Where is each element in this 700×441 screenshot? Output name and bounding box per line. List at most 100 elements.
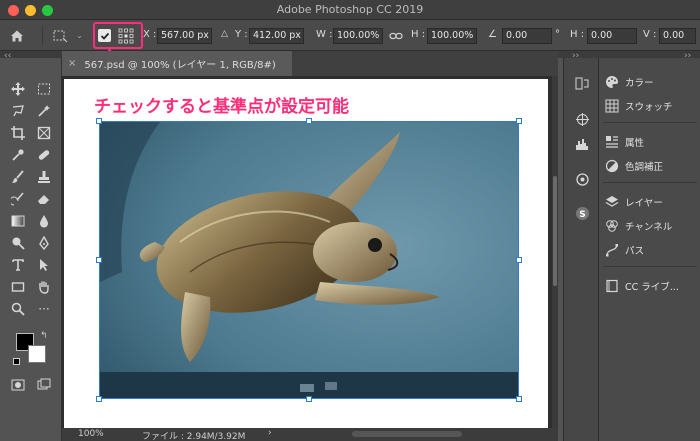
color-panel-tab[interactable]: カラー (605, 72, 700, 92)
crop-tool[interactable] (9, 124, 27, 142)
navigator-panel-button[interactable] (573, 110, 591, 128)
home-button[interactable] (10, 20, 38, 51)
lasso-tool[interactable] (9, 102, 27, 120)
more-tools-button[interactable]: ··· (35, 300, 53, 318)
screen-mode-icon (37, 378, 51, 390)
screen-mode-button[interactable] (35, 376, 53, 394)
width-field[interactable]: 100.00% (333, 28, 383, 44)
link-icon (389, 32, 403, 39)
horizontal-skew-field[interactable]: 0.00 (587, 28, 637, 44)
scrollbar-thumb[interactable] (553, 176, 557, 286)
type-icon (12, 259, 24, 271)
background-color-swatch[interactable] (28, 345, 46, 363)
document-tab[interactable]: × 567.psd @ 100% (レイヤー 1, RGB/8#) (62, 51, 292, 76)
lasso-icon (12, 105, 24, 117)
eraser-tool[interactable] (35, 190, 53, 208)
adjust-icon (575, 172, 589, 186)
home-icon (11, 30, 23, 41)
histogram-panel-button[interactable] (573, 134, 591, 152)
stamp-tool[interactable] (35, 168, 53, 186)
gradient-icon (11, 215, 25, 227)
transform-handle-top-center[interactable] (306, 118, 312, 124)
link-proportions-button[interactable] (389, 20, 405, 51)
properties-icon (606, 136, 618, 148)
y-label: Y : (235, 29, 248, 40)
transform-handle-bottom-left[interactable] (96, 396, 102, 402)
h-label: H : (411, 29, 426, 40)
gradient-tool[interactable] (9, 212, 27, 230)
channels-panel-label: チャンネル (625, 222, 673, 233)
adjust-panel-button[interactable] (573, 170, 591, 188)
paths-icon (606, 244, 618, 257)
quick-mask-button[interactable] (9, 376, 27, 394)
transform-handle-top-left[interactable] (96, 118, 102, 124)
hand-icon (39, 281, 49, 294)
status-bar: 100% ファイル : 2.94M/3.92M › (62, 428, 558, 441)
document-tab-label: 567.psd @ 100% (レイヤー 1, RGB/8#) (84, 60, 276, 71)
blur-tool[interactable] (35, 212, 53, 230)
default-colors-icon[interactable] (13, 358, 20, 365)
layers-panel-tab[interactable]: レイヤー (605, 192, 700, 212)
vertical-scrollbar[interactable] (552, 76, 558, 428)
ellipsis-icon: ··· (38, 302, 50, 316)
type-tool[interactable] (9, 256, 27, 274)
half-circle-icon (605, 159, 619, 173)
channels-panel-tab[interactable]: チャンネル (605, 216, 700, 236)
healing-brush-tool[interactable] (35, 146, 53, 164)
pen-tool[interactable] (35, 234, 53, 252)
move-tool[interactable] (9, 80, 27, 98)
properties-panel-tab[interactable]: 属性 (605, 132, 700, 152)
rectangle-icon (11, 282, 25, 292)
swap-colors-icon[interactable]: ↰ (40, 331, 48, 341)
transform-handle-bottom-right[interactable] (516, 396, 522, 402)
path-selection-tool[interactable] (35, 256, 53, 274)
zoom-level[interactable]: 100% (78, 429, 104, 439)
y-position-field[interactable]: 412.00 px (249, 28, 304, 44)
canvas-area[interactable] (62, 76, 558, 428)
horizontal-scrollbar[interactable] (352, 431, 462, 437)
frame-tool[interactable] (35, 124, 53, 142)
x-position-field[interactable]: 567.00 px (157, 28, 212, 44)
x-label: X : (143, 29, 157, 40)
eyedropper-icon (12, 149, 24, 161)
close-tab-icon[interactable]: × (68, 58, 76, 69)
stock-panel-button[interactable]: S (573, 204, 591, 222)
libraries-panel-tab[interactable]: CC ライブ... (605, 276, 700, 296)
window-title: Adobe Photoshop CC 2019 (276, 3, 424, 16)
paths-panel-tab[interactable]: パス (605, 240, 700, 260)
transform-handle-middle-right[interactable] (516, 257, 522, 263)
magic-wand-tool[interactable] (35, 102, 53, 120)
status-menu-arrow[interactable]: › (268, 428, 272, 438)
transform-handle-bottom-center[interactable] (306, 396, 312, 402)
compass-icon (575, 112, 589, 126)
zoom-tool[interactable] (9, 300, 27, 318)
history-brush-icon (11, 192, 24, 206)
transform-handle-top-right[interactable] (516, 118, 522, 124)
adjustments-panel-tab[interactable]: 色調補正 (605, 156, 700, 176)
rotation-angle-field[interactable]: 0.00 (502, 28, 552, 44)
document-tab-bar: × 567.psd @ 100% (レイヤー 1, RGB/8#) (62, 51, 558, 76)
height-field[interactable]: 100.00% (427, 28, 477, 44)
rectangle-tool[interactable] (9, 278, 27, 296)
channels-icon (606, 220, 618, 232)
transform-handle-middle-left[interactable] (96, 257, 102, 263)
collapsed-panel-strip: S (563, 58, 598, 441)
transform-tool-preset[interactable] (52, 20, 74, 51)
chevron-down-icon[interactable]: ⌄ (76, 20, 86, 51)
stock-s-icon: S (575, 206, 589, 220)
swatches-panel-tab[interactable]: スウォッチ (605, 96, 700, 116)
eyedropper-tool[interactable] (9, 146, 27, 164)
panel-dock: カラー スウォッチ 属性 色調補正 レイヤー チャンネル パス CC ライブ..… (598, 58, 700, 441)
turtle-photo-layer[interactable] (99, 121, 519, 399)
marquee-tool[interactable] (35, 80, 53, 98)
brush-tool[interactable] (9, 168, 27, 186)
history-panel-button[interactable] (573, 74, 591, 92)
move-icon (11, 82, 25, 96)
dodge-tool[interactable] (9, 234, 27, 252)
document-canvas[interactable] (64, 79, 548, 428)
paths-panel-label: パス (625, 246, 645, 257)
history-brush-tool[interactable] (9, 190, 27, 208)
pen-icon (39, 236, 49, 250)
vertical-skew-field[interactable]: 0.00 (659, 28, 696, 44)
hand-tool[interactable] (35, 278, 53, 296)
